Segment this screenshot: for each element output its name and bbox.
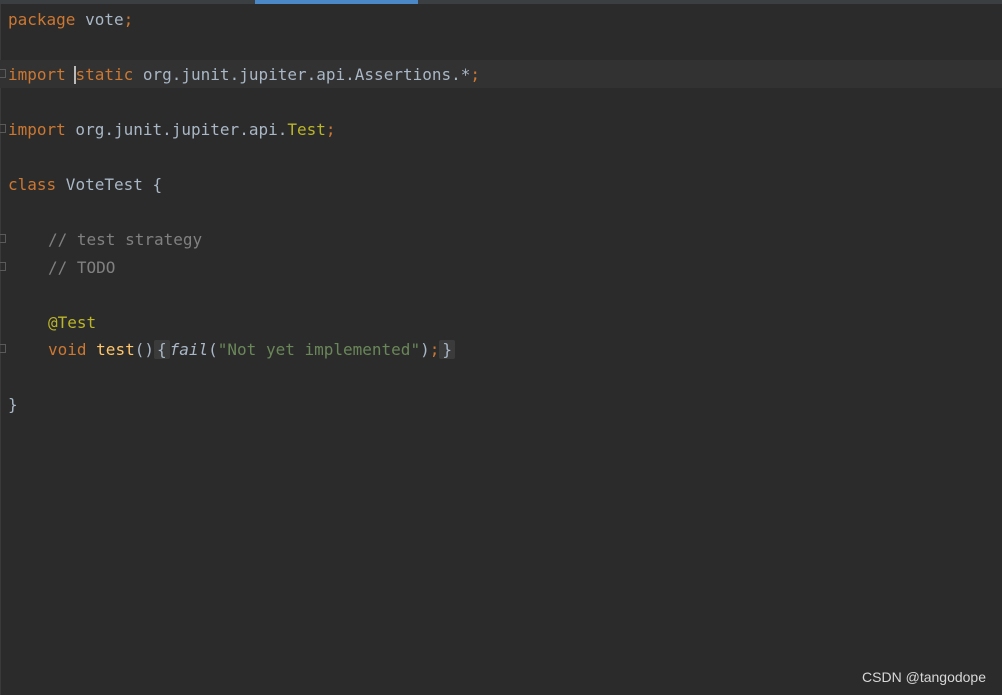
folded-open-brace[interactable]: {	[153, 340, 170, 359]
text-caret	[74, 65, 77, 84]
fold-comment-icon[interactable]	[0, 234, 6, 243]
active-tab-indicator[interactable]	[255, 0, 418, 4]
semicolon: ;	[325, 120, 336, 139]
semicolon: ;	[470, 65, 481, 84]
comment: // TODO	[48, 258, 116, 277]
keyword-void: void	[48, 340, 87, 359]
closing-brace: }	[8, 395, 18, 414]
code-line-comment[interactable]: // TODO	[48, 254, 115, 281]
code-line-comment[interactable]: // test strategy	[48, 226, 202, 253]
code-line-import-static[interactable]: import static org.junit.jupiter.api.Asse…	[8, 61, 480, 88]
fold-import-icon[interactable]	[0, 69, 6, 78]
code-line-import-test[interactable]: import org.junit.jupiter.api.Test;	[8, 116, 336, 143]
folded-close-brace[interactable]: }	[439, 340, 455, 359]
code-line-package[interactable]: package vote;	[8, 6, 133, 33]
watermark: CSDN @tangodope	[862, 669, 986, 685]
semicolon: ;	[429, 340, 440, 359]
import-path: org.junit.jupiter.api.Assertions.*	[133, 65, 471, 84]
package-name: vote	[75, 10, 124, 29]
keyword-static: static	[75, 65, 134, 84]
code-line-method[interactable]: void test(){fail("Not yet implemented");…	[48, 336, 455, 363]
annotation: @Test	[48, 313, 97, 332]
method-name: test	[96, 340, 135, 359]
keyword-import: import	[8, 65, 66, 84]
string-literal: "Not yet implemented"	[217, 340, 421, 359]
paren-open: (	[208, 340, 218, 359]
semicolon: ;	[123, 10, 134, 29]
fold-import-end-icon[interactable]	[0, 124, 6, 133]
fold-comment-end-icon[interactable]	[0, 262, 6, 271]
class-reference: Test	[287, 120, 326, 139]
class-name: VoteTest {	[56, 175, 163, 194]
paren-close: )	[420, 340, 430, 359]
import-path: org.junit.jupiter.api.	[65, 120, 288, 139]
code-line-class-close[interactable]: }	[8, 391, 18, 418]
keyword-class: class	[8, 175, 57, 194]
code-line-annotation[interactable]: @Test	[48, 309, 96, 336]
fold-method-icon[interactable]	[0, 344, 6, 353]
method-parens: ()	[134, 340, 154, 359]
keyword-import: import	[8, 120, 66, 139]
code-editor[interactable]: package vote; import static org.junit.ju…	[0, 0, 1002, 695]
keyword-package: package	[8, 10, 76, 29]
comment: // test strategy	[48, 230, 203, 249]
tab-bar	[0, 0, 1002, 4]
method-call-fail: fail	[169, 340, 209, 359]
code-line-class-decl[interactable]: class VoteTest {	[8, 171, 162, 198]
